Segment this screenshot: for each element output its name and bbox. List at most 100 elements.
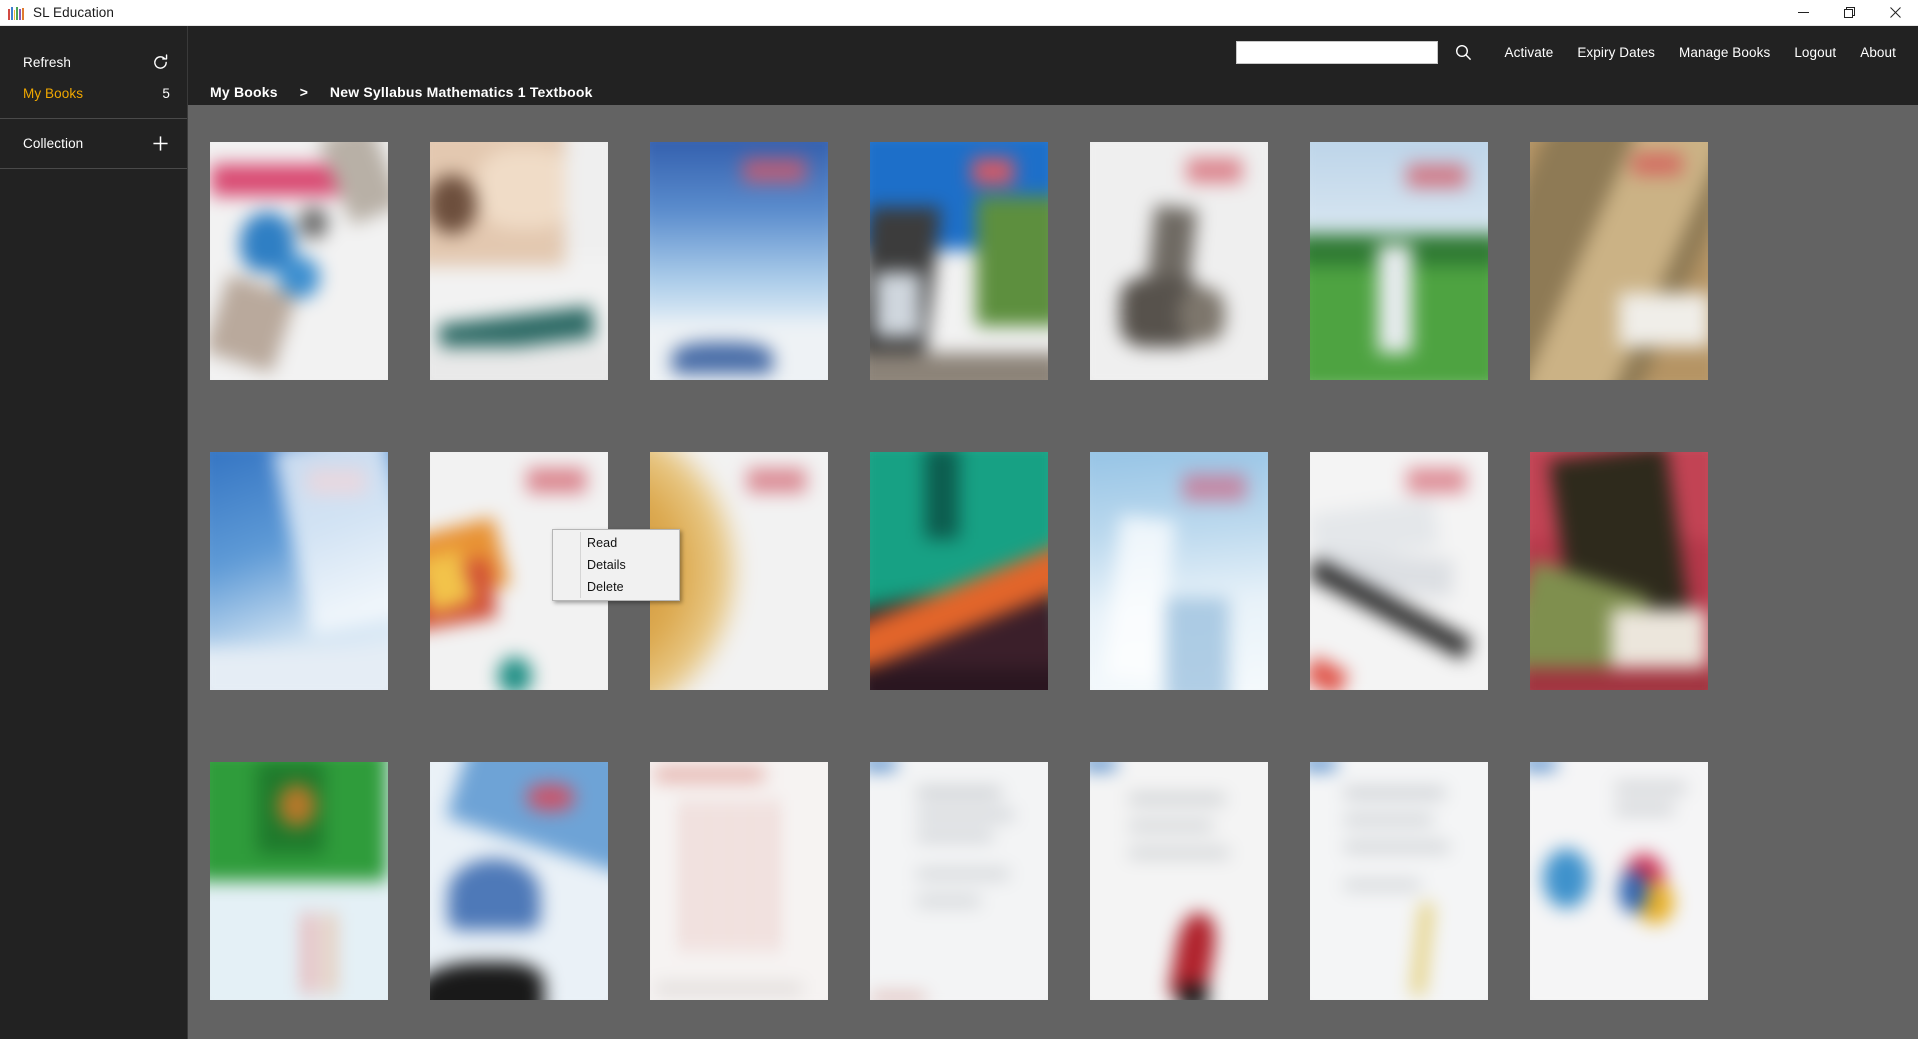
book-cover-art xyxy=(1090,142,1268,380)
book-cell xyxy=(650,142,870,452)
nav-about[interactable]: About xyxy=(1848,45,1908,60)
book-thumbnail[interactable] xyxy=(870,452,1048,690)
context-menu-item-details[interactable]: Details xyxy=(553,554,679,576)
sidebar-item-label: Refresh xyxy=(23,55,71,70)
book-cell xyxy=(650,762,870,1039)
top-navigation-bar: Activate Expiry Dates Manage Books Logou… xyxy=(0,26,1918,78)
nav-manage-books[interactable]: Manage Books xyxy=(1667,45,1782,60)
book-cell xyxy=(210,762,430,1039)
book-thumbnail[interactable] xyxy=(650,762,828,1000)
nav-activate[interactable]: Activate xyxy=(1492,45,1565,60)
book-cell xyxy=(870,452,1090,762)
book-cover-art xyxy=(210,452,388,690)
book-cover-art xyxy=(1090,452,1268,690)
sidebar: Refresh My Books 5 Collection xyxy=(0,26,188,1039)
book-cover-art xyxy=(650,762,828,1000)
book-cell xyxy=(870,142,1090,452)
book-thumbnail[interactable] xyxy=(870,142,1048,380)
book-thumbnail[interactable] xyxy=(1090,762,1268,1000)
book-thumbnail[interactable] xyxy=(1310,142,1488,380)
context-menu: Read Details Delete xyxy=(552,529,680,601)
sidebar-item-my-books[interactable]: My Books 5 xyxy=(0,78,187,109)
app-body: Activate Expiry Dates Manage Books Logou… xyxy=(0,26,1918,1039)
book-thumbnail[interactable] xyxy=(1530,762,1708,1000)
book-cover-art xyxy=(210,142,388,380)
book-cell xyxy=(430,762,650,1039)
book-thumbnail[interactable] xyxy=(1090,142,1268,380)
search-area xyxy=(1236,40,1474,64)
book-cover-art xyxy=(650,142,828,380)
search-input[interactable] xyxy=(1236,40,1439,64)
search-icon[interactable] xyxy=(1452,41,1474,63)
book-thumbnail[interactable] xyxy=(1090,452,1268,690)
book-cover-art xyxy=(1310,142,1488,380)
plus-icon xyxy=(150,134,170,154)
book-thumbnail[interactable] xyxy=(430,762,608,1000)
book-cell xyxy=(1310,452,1530,762)
book-cell xyxy=(870,762,1090,1039)
book-cell xyxy=(1090,142,1310,452)
book-thumbnail[interactable] xyxy=(1530,452,1708,690)
breadcrumb: My Books > New Syllabus Mathematics 1 Te… xyxy=(188,78,1918,105)
context-menu-item-delete[interactable]: Delete xyxy=(553,576,679,598)
breadcrumb-separator: > xyxy=(299,83,308,100)
nav-logout[interactable]: Logout xyxy=(1782,45,1848,60)
book-cell xyxy=(1530,142,1750,452)
book-cell xyxy=(210,452,430,762)
book-cell xyxy=(650,452,870,762)
book-thumbnail[interactable] xyxy=(1310,452,1488,690)
sidebar-divider-bottom xyxy=(0,168,187,169)
book-cell xyxy=(1310,142,1530,452)
book-thumbnail[interactable] xyxy=(1310,762,1488,1000)
book-thumbnail[interactable] xyxy=(210,452,388,690)
breadcrumb-current: New Syllabus Mathematics 1 Textbook xyxy=(329,83,593,100)
nav-links: Activate Expiry Dates Manage Books Logou… xyxy=(1492,45,1908,60)
book-cell xyxy=(1090,762,1310,1039)
refresh-icon xyxy=(150,53,170,73)
sidebar-item-refresh[interactable]: Refresh xyxy=(0,47,187,78)
sidebar-item-label: Collection xyxy=(23,136,84,151)
book-thumbnail[interactable] xyxy=(210,142,388,380)
book-cover-art xyxy=(870,452,1048,690)
book-cell xyxy=(430,142,650,452)
book-cell xyxy=(1530,762,1750,1039)
book-cover-art xyxy=(870,142,1048,380)
maximize-button[interactable] xyxy=(1826,0,1872,26)
book-stack-icon xyxy=(8,6,24,20)
book-grid xyxy=(210,142,1750,1039)
content-area: Read Details Delete xyxy=(188,105,1918,1039)
book-thumbnail[interactable] xyxy=(870,762,1048,1000)
book-cell xyxy=(210,142,430,452)
book-cover-art xyxy=(430,762,608,1000)
book-cover-art xyxy=(870,762,1048,1000)
minimize-button[interactable] xyxy=(1780,0,1826,26)
context-menu-item-read[interactable]: Read xyxy=(553,532,679,554)
book-cover-art xyxy=(1530,452,1708,690)
book-thumbnail[interactable] xyxy=(430,142,608,380)
book-cover-art xyxy=(1310,762,1488,1000)
book-cover-art xyxy=(210,762,388,1000)
book-cell xyxy=(430,452,650,762)
book-cell xyxy=(1310,762,1530,1039)
book-cover-art xyxy=(1530,762,1708,1000)
sidebar-item-collection[interactable]: Collection xyxy=(0,128,187,159)
book-cover-art xyxy=(430,142,608,380)
book-cell xyxy=(1090,452,1310,762)
book-thumbnail[interactable] xyxy=(210,762,388,1000)
book-cell xyxy=(1530,452,1750,762)
close-button[interactable] xyxy=(1872,0,1918,26)
window-title: SL Education xyxy=(33,5,115,20)
book-cover-art xyxy=(1530,142,1708,380)
book-cover-art xyxy=(1310,452,1488,690)
breadcrumb-root[interactable]: My Books xyxy=(210,84,278,100)
nav-expiry-dates[interactable]: Expiry Dates xyxy=(1565,45,1667,60)
book-thumbnail[interactable] xyxy=(650,142,828,380)
sidebar-item-label: My Books xyxy=(23,86,84,101)
book-cover-art xyxy=(1090,762,1268,1000)
sidebar-item-count: 5 xyxy=(162,86,170,101)
window-controls xyxy=(1780,0,1918,26)
window-titlebar: SL Education xyxy=(0,0,1918,26)
book-thumbnail[interactable] xyxy=(1530,142,1708,380)
